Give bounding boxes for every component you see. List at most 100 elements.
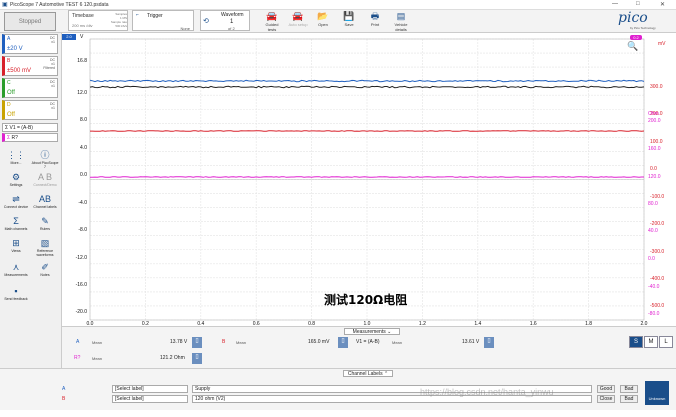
tool-label: Reference waveforms [36, 249, 54, 257]
label-select[interactable]: [Select label] [112, 385, 188, 393]
settings-button[interactable]: ⚙ Settings [2, 172, 30, 187]
y-right-mv-label: -400.0 [650, 276, 664, 282]
math-channels-button[interactable]: Σ Math channels [2, 216, 30, 231]
size-medium-button[interactable]: M [644, 336, 658, 348]
window-title: PicoScope 7 Automotive TEST 6 120.psdata [10, 2, 109, 8]
feedback-icon: ▪ [14, 286, 18, 296]
math-channel-r[interactable]: Σ R? [2, 133, 58, 142]
zoom-icon[interactable]: 🔍 [627, 41, 638, 52]
print-button[interactable]: 🖶 Print [364, 11, 386, 27]
more-button[interactable]: ⋮⋮ More... [2, 150, 30, 165]
channel-labels-button[interactable]: AB Channel labels [31, 194, 59, 209]
timebase-panel[interactable]: Timebase 200 ms /div Samples 1 MS Sample… [68, 10, 128, 31]
car-auto-icon: 🚘 [292, 11, 304, 21]
y-tick-label: -20.0 [76, 309, 88, 315]
measurements-button[interactable]: ⋏ Measurements [2, 262, 30, 277]
label-bad-button[interactable]: Bad [620, 385, 638, 393]
minimize-icon[interactable]: — [612, 1, 618, 7]
timebase-label: Timebase [72, 13, 94, 19]
tool-label: Connect/Demo [33, 183, 57, 187]
y-tick-label: -12.0 [76, 255, 88, 261]
notes-button[interactable]: ✐ Notes [31, 262, 59, 277]
rulers-button[interactable]: ✎ Rulers [31, 216, 59, 231]
run-stop-button[interactable]: Stopped [4, 12, 56, 31]
y-tick-label: -8.0 [78, 227, 87, 233]
waveform-of: of 2 [228, 26, 235, 31]
folder-icon: 📂 [317, 11, 329, 21]
channel-b-button[interactable]: B ±500 mV DC x1 Filtered [2, 56, 58, 76]
y-right-ohm-label: 120.0 [648, 174, 661, 180]
pico-logo: pico [618, 10, 648, 26]
math-channel-v1[interactable]: Σ V1 = (A-B) [2, 123, 58, 132]
about-button[interactable]: ⓘ About PicoScope 7 [31, 150, 59, 169]
label-bad-button[interactable]: Bad [620, 395, 638, 403]
y-right-ohm-label: 80.0 [648, 201, 658, 207]
measurement-value: 165.0 mV [308, 339, 330, 345]
pico-logo-sub: by Pico Technology [630, 26, 656, 30]
label-select[interactable]: [Select label] [112, 395, 188, 403]
y-tick-label: 0.0 [80, 172, 87, 178]
scope-chart[interactable]: 16.8 12.0 8.0 4.0 0.0 -4.0 -8.0 -12.0 -16.0 -20.0… [62, 33, 676, 327]
right-axis-badge[interactable]: 0.2 [630, 35, 642, 40]
channel-range: Off [7, 112, 15, 118]
reference-icon: ▧ [40, 238, 50, 248]
tool-label: Rulers [39, 227, 51, 231]
vehicle-details-button[interactable]: ▤ Vehicle details [390, 11, 412, 32]
guided-tests-label: Guided tests [265, 22, 279, 32]
grid-icon: ⋮⋮ [7, 150, 25, 160]
measurement-stats-icon[interactable]: ▯ [192, 353, 202, 364]
send-feedback-button[interactable]: ▪ Send feedback [2, 286, 30, 301]
y-right-ohm-label: Ohm [648, 111, 659, 117]
measurement-channel: B [222, 339, 226, 345]
open-label: Open [318, 22, 328, 27]
measurements-title: Measurements [352, 329, 386, 335]
math-channel-label: V1 = (A-B) [9, 125, 33, 131]
close-icon[interactable]: ✕ [660, 1, 665, 8]
label-row-channel: B [62, 396, 66, 402]
channel-range: ±20 V [7, 46, 23, 52]
scope-view[interactable]: 16.8 12.0 8.0 4.0 0.0 -4.0 -8.0 -12.0 -16.0 -20.0… [62, 33, 676, 327]
label-close-button[interactable]: Close [597, 395, 615, 403]
tool-label: Math channels [4, 227, 28, 231]
channel-labels-panel: Channel Labels ⌃ A [Select label] Supply… [0, 368, 676, 410]
y-right-ohm-label: 160.0 [648, 146, 661, 152]
label-good-button[interactable]: Good [597, 385, 615, 393]
measurements-header[interactable]: Measurements ⌄ [344, 328, 400, 335]
channel-name: B [7, 58, 11, 64]
document-icon: ▤ [396, 11, 406, 21]
channel-tag[interactable]: 2.0 [62, 34, 76, 40]
y-right-mv-label: 300.0 [650, 84, 663, 90]
reference-waveforms-button[interactable]: ▧ Reference waveforms [31, 238, 59, 257]
y-right-mv-label: -300.0 [650, 249, 664, 255]
gear-icon: ⚙ [11, 172, 21, 182]
guided-tests-button[interactable]: 🚘 Guided tests [261, 11, 283, 32]
maximize-icon[interactable]: □ [636, 1, 640, 7]
measurement-stats-icon[interactable]: ▯ [484, 337, 494, 348]
save-button[interactable]: 💾 Save [338, 11, 360, 27]
measurement-stats-icon[interactable]: ▯ [338, 337, 348, 348]
open-button[interactable]: 📂 Open [312, 11, 334, 27]
trigger-panel[interactable]: ⌐ Trigger None [132, 10, 194, 31]
y-right-ohm-label: 40.0 [648, 228, 658, 234]
connect-device-button[interactable]: ⇌ Connect device [2, 194, 30, 209]
size-small-button[interactable]: S [629, 336, 643, 348]
channel-c-button[interactable]: C Off DC x1 [2, 78, 58, 98]
y-right-ohm-label: -80.0 [648, 311, 660, 317]
auto-setup-button[interactable]: 🚘 Auto setup [287, 11, 309, 27]
channel-probe: x1 [51, 40, 55, 44]
tool-label: Send feedback [4, 297, 28, 301]
connect-demo-button[interactable]: A B Connect/Demo [31, 172, 59, 187]
views-button[interactable]: ⊞ Views [2, 238, 30, 253]
waveform-prev-icon[interactable]: ⟲ [203, 17, 209, 25]
waveform-panel[interactable]: ⟲ Waveform 1 of 2 [200, 10, 250, 31]
measurement-stats-icon[interactable]: ▯ [192, 337, 202, 348]
y-right-mv-label: 0.0 [650, 166, 657, 172]
channel-labels-header[interactable]: Channel Labels ⌃ [343, 370, 393, 377]
channel-a-button[interactable]: A ±20 V DC x1 [2, 34, 58, 54]
channel-d-button[interactable]: D Off DC x1 [2, 100, 58, 120]
annotation-note: 测试120Ω电阻 [324, 293, 408, 307]
status-badge: Unknown [645, 381, 669, 405]
size-large-button[interactable]: L [659, 336, 673, 348]
tool-label: Settings [9, 183, 23, 187]
measurement-value: 13.78 V [170, 339, 188, 345]
